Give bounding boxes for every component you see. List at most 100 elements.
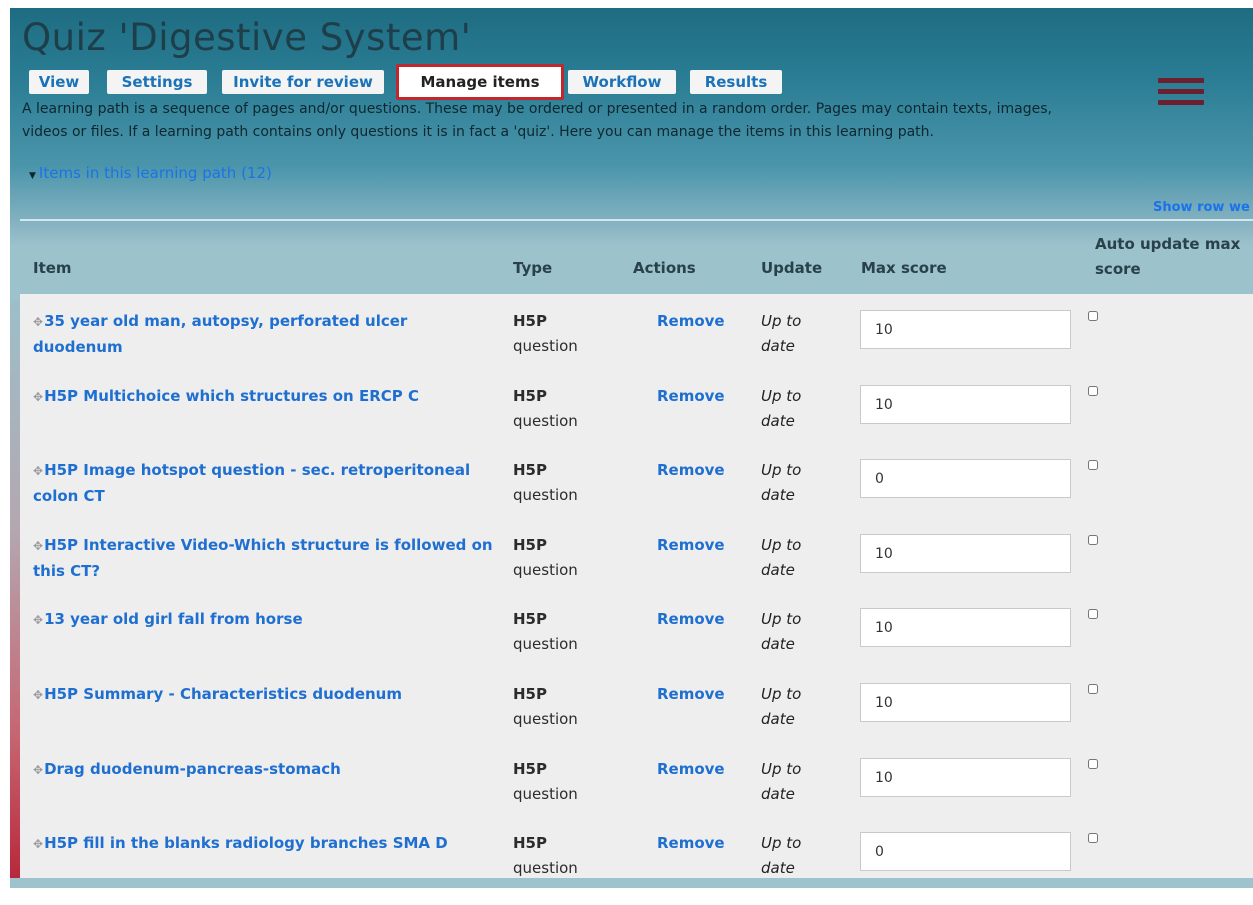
tab-view[interactable]: View (29, 70, 89, 94)
item-type-line-1: H5P (513, 312, 547, 330)
max-score-input[interactable] (860, 758, 1071, 797)
item-type-line-2: question (513, 859, 578, 877)
left-accent-bar (10, 300, 20, 878)
update-status: Up to date (761, 607, 821, 657)
column-header-type: Type (513, 259, 553, 277)
table-row: ✥13 year old girl fall from horse H5P que… (20, 607, 1253, 681)
item-type: H5P question (513, 309, 603, 359)
item-title-link[interactable]: ✥13 year old girl fall from horse (33, 607, 493, 633)
table-row: ✥H5P Summary - Characteristics duodenum … (20, 682, 1253, 756)
item-type: H5P question (513, 757, 603, 807)
drag-handle-icon[interactable]: ✥ (33, 315, 43, 329)
column-header-item: Item (33, 259, 72, 277)
remove-link[interactable]: Remove (657, 757, 725, 782)
update-status-line-1: Up to (761, 610, 802, 628)
max-score-input[interactable] (860, 385, 1071, 424)
auto-update-checkbox[interactable] (1088, 684, 1098, 694)
section-divider (20, 219, 1253, 221)
item-type-line-2: question (513, 561, 578, 579)
max-score-input[interactable] (860, 683, 1071, 722)
page-title: Quiz 'Digestive System' (22, 16, 472, 59)
update-status: Up to date (761, 682, 821, 732)
item-title-link[interactable]: ✥H5P Interactive Video-Which structure i… (33, 533, 493, 584)
remove-link[interactable]: Remove (657, 384, 725, 409)
tab-invite-for-review[interactable]: Invite for review (222, 70, 384, 94)
item-title-line-1: H5P Interactive Video-Which structure is… (44, 536, 493, 554)
update-status-line-1: Up to (761, 461, 802, 479)
drag-handle-icon[interactable]: ✥ (33, 837, 43, 851)
item-title-link[interactable]: ✥H5P Image hotspot question - sec. retro… (33, 458, 493, 509)
items-table-body: ✥35 year old man, autopsy, perforated ul… (20, 294, 1253, 878)
drag-handle-icon[interactable]: ✥ (33, 763, 43, 777)
auto-update-checkbox[interactable] (1088, 833, 1098, 843)
table-row: ✥H5P Interactive Video-Which structure i… (20, 533, 1253, 607)
max-score-input[interactable] (860, 459, 1071, 498)
tab-manage-items[interactable]: Manage items (396, 64, 564, 100)
item-type-line-2: question (513, 412, 578, 430)
drag-handle-icon[interactable]: ✥ (33, 390, 43, 404)
item-type-line-2: question (513, 785, 578, 803)
column-header-max-score: Max score (861, 259, 947, 277)
item-title-link[interactable]: ✥H5P Summary - Characteristics duodenum (33, 682, 493, 708)
remove-link[interactable]: Remove (657, 607, 725, 632)
auto-update-checkbox[interactable] (1088, 609, 1098, 619)
item-title-line-1: H5P fill in the blanks radiology branche… (44, 834, 448, 852)
update-status-line-1: Up to (761, 387, 802, 405)
tab-workflow[interactable]: Workflow (568, 70, 676, 94)
item-type-line-1: H5P (513, 760, 547, 778)
item-title-line-1: 35 year old man, autopsy, perforated ulc… (44, 312, 408, 330)
remove-link[interactable]: Remove (657, 309, 725, 334)
max-score-input[interactable] (860, 832, 1071, 871)
show-row-weights-link[interactable]: Show row we (1153, 200, 1250, 215)
remove-link[interactable]: Remove (657, 831, 725, 856)
item-type: H5P question (513, 384, 603, 434)
max-score-input[interactable] (860, 608, 1071, 647)
item-type-line-1: H5P (513, 610, 547, 628)
item-title-link[interactable]: ✥Drag duodenum-pancreas-stomach (33, 757, 493, 783)
tab-bar: View Settings Invite for review Manage i… (0, 64, 1253, 100)
item-title-line-1: H5P Summary - Characteristics duodenum (44, 685, 402, 703)
table-row: ✥H5P Multichoice which structures on ERC… (20, 384, 1253, 458)
item-title-link[interactable]: ✥H5P fill in the blanks radiology branch… (33, 831, 493, 857)
auto-update-checkbox[interactable] (1088, 535, 1098, 545)
item-type-line-1: H5P (513, 536, 547, 554)
auto-update-checkbox[interactable] (1088, 460, 1098, 470)
remove-link[interactable]: Remove (657, 458, 725, 483)
item-type-line-2: question (513, 486, 578, 504)
drag-handle-icon[interactable]: ✥ (33, 464, 43, 478)
update-status-line-2: date (761, 710, 795, 728)
item-type: H5P question (513, 682, 603, 732)
remove-link[interactable]: Remove (657, 682, 725, 707)
update-status-line-1: Up to (761, 685, 802, 703)
update-status-line-1: Up to (761, 760, 802, 778)
drag-handle-icon[interactable]: ✥ (33, 613, 43, 627)
auto-update-checkbox[interactable] (1088, 759, 1098, 769)
update-status-line-2: date (761, 561, 795, 579)
update-status: Up to date (761, 831, 821, 881)
items-section-label: Items in this learning path (12) (38, 164, 272, 182)
item-title-line-1: Drag duodenum-pancreas-stomach (44, 760, 341, 778)
item-title-link[interactable]: ✥35 year old man, autopsy, perforated ul… (33, 309, 493, 360)
drag-handle-icon[interactable]: ✥ (33, 539, 43, 553)
update-status: Up to date (761, 309, 821, 359)
auto-update-checkbox[interactable] (1088, 311, 1098, 321)
item-title-link[interactable]: ✥H5P Multichoice which structures on ERC… (33, 384, 493, 410)
item-type-line-1: H5P (513, 685, 547, 703)
max-score-input[interactable] (860, 310, 1071, 349)
remove-link[interactable]: Remove (657, 533, 725, 558)
tab-results[interactable]: Results (690, 70, 782, 94)
item-type: H5P question (513, 458, 603, 508)
items-section-toggle[interactable]: ▼ Items in this learning path (12) (29, 164, 272, 182)
update-status-line-1: Up to (761, 536, 802, 554)
item-type-line-2: question (513, 635, 578, 653)
item-type-line-2: question (513, 337, 578, 355)
update-status-line-1: Up to (761, 312, 802, 330)
item-type-line-1: H5P (513, 834, 547, 852)
item-type: H5P question (513, 533, 603, 583)
item-title-line-2: this CT? (33, 562, 101, 580)
max-score-input[interactable] (860, 534, 1071, 573)
intro-text: A learning path is a sequence of pages a… (22, 98, 1247, 144)
auto-update-checkbox[interactable] (1088, 386, 1098, 396)
tab-settings[interactable]: Settings (107, 70, 207, 94)
drag-handle-icon[interactable]: ✥ (33, 688, 43, 702)
